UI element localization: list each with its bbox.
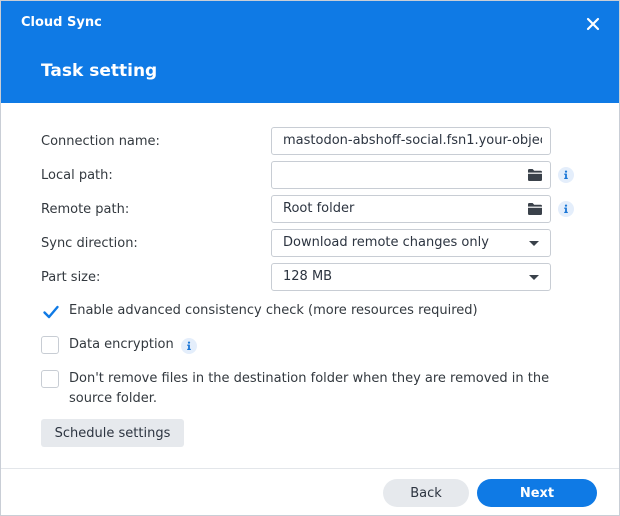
- sync-direction-select[interactable]: Download remote changes only: [271, 229, 551, 257]
- folder-icon[interactable]: [527, 202, 543, 216]
- dialog-title: Task setting: [41, 61, 158, 81]
- consistency-check-label[interactable]: Enable advanced consistency check (more …: [69, 301, 478, 321]
- local-path-info-icon[interactable]: [558, 167, 574, 183]
- footer-divider: [1, 468, 619, 469]
- schedule-settings-button[interactable]: Schedule settings: [41, 419, 184, 447]
- remote-path-info-icon[interactable]: [558, 201, 574, 217]
- connection-name-value: mastodon-abshoff-social.fsn1.your-object…: [283, 133, 542, 148]
- part-size-label: Part size:: [41, 270, 101, 285]
- part-size-value: 128 MB: [283, 269, 333, 284]
- remote-path-label: Remote path:: [41, 202, 130, 217]
- next-button[interactable]: Next: [477, 479, 597, 507]
- data-encryption-info-icon[interactable]: [181, 338, 197, 354]
- close-icon: [586, 17, 600, 31]
- connection-name-input[interactable]: mastodon-abshoff-social.fsn1.your-object…: [271, 127, 551, 155]
- local-path-label: Local path:: [41, 168, 113, 183]
- folder-icon[interactable]: [527, 168, 543, 182]
- back-button[interactable]: Back: [383, 479, 469, 507]
- dialog-header: Cloud Sync Task setting: [1, 1, 619, 103]
- part-size-select[interactable]: 128 MB: [271, 263, 551, 291]
- checkmark-icon: [43, 305, 59, 319]
- task-setting-dialog: Cloud Sync Task setting Connection name:…: [0, 0, 620, 516]
- caret-down-icon: [529, 275, 539, 280]
- connection-name-label: Connection name:: [41, 134, 160, 149]
- remote-path-input[interactable]: Root folder: [271, 195, 551, 223]
- sync-direction-value: Download remote changes only: [283, 235, 489, 250]
- close-button[interactable]: [582, 13, 604, 35]
- data-encryption-checkbox[interactable]: [41, 336, 59, 354]
- dont-remove-label[interactable]: Don't remove files in the destination fo…: [69, 369, 569, 409]
- dont-remove-checkbox[interactable]: [41, 370, 59, 388]
- sync-direction-label: Sync direction:: [41, 236, 138, 251]
- remote-path-value: Root folder: [283, 201, 355, 216]
- local-path-input[interactable]: [271, 161, 551, 189]
- consistency-check-checkbox[interactable]: [41, 302, 59, 320]
- caret-down-icon: [529, 241, 539, 246]
- data-encryption-label[interactable]: Data encryption: [69, 335, 174, 355]
- app-title: Cloud Sync: [21, 15, 102, 30]
